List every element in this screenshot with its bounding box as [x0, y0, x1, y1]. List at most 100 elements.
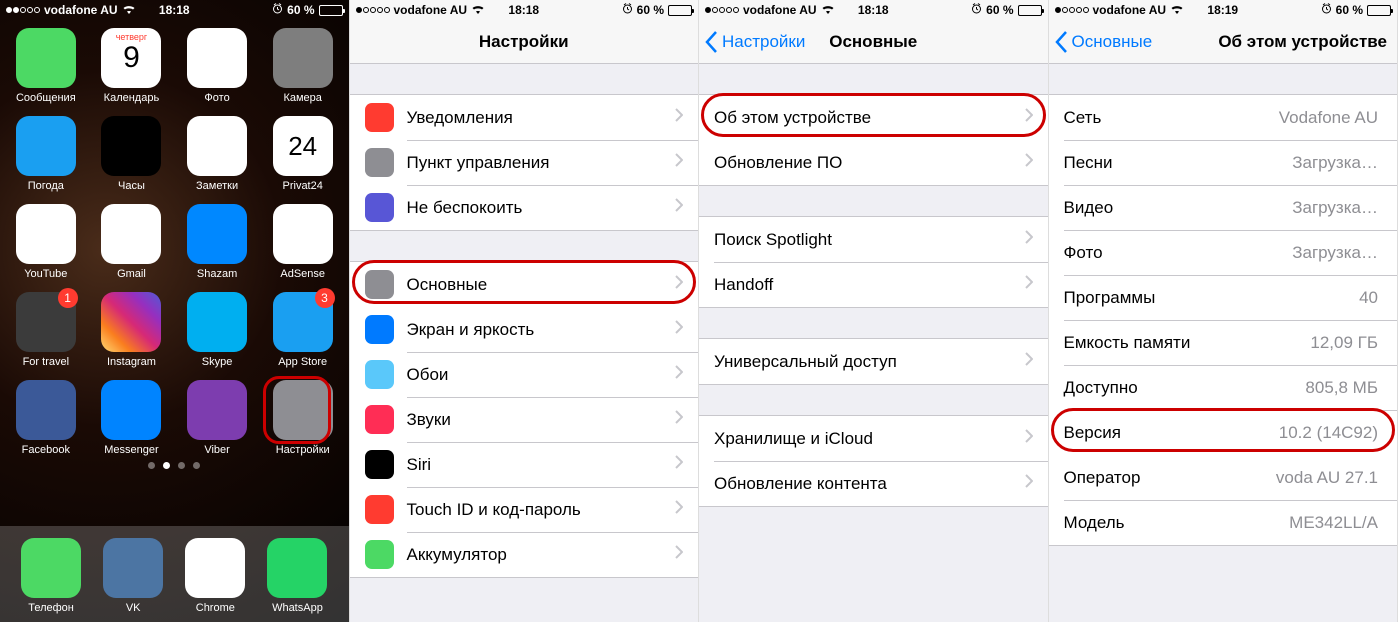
- row-label: Не беспокоить: [407, 198, 676, 218]
- app-Gmail[interactable]: Gmail: [96, 204, 168, 280]
- battery-icon: [1018, 5, 1042, 16]
- row-Обновление ПО[interactable]: Обновление ПО: [699, 140, 1048, 185]
- app-label: Заметки: [196, 180, 238, 192]
- settings-row-Не беспокоить[interactable]: Не беспокоить: [350, 185, 699, 230]
- clock: 18:18: [159, 3, 190, 17]
- settings-icon: [365, 148, 394, 177]
- clock: 18:18: [508, 3, 539, 17]
- alarm-icon: [971, 3, 982, 17]
- dock-app-WhatsApp[interactable]: WhatsApp: [267, 538, 327, 614]
- settings-row-Экран и яркость[interactable]: Экран и яркость: [350, 307, 699, 352]
- signal-icon: [705, 7, 739, 13]
- app-Instagram[interactable]: Instagram: [96, 292, 168, 368]
- back-button[interactable]: Основные: [1049, 31, 1153, 53]
- app-Погода[interactable]: Погода: [10, 116, 82, 192]
- app-label: Instagram: [107, 356, 156, 368]
- nav-bar: Настройки Основные: [699, 20, 1048, 64]
- row-label: Звуки: [407, 410, 676, 430]
- app-label: Privat24: [283, 180, 323, 192]
- signal-icon: [356, 7, 390, 13]
- app-label: Часы: [118, 180, 145, 192]
- row-label: Универсальный доступ: [714, 352, 1025, 372]
- settings-icon: [365, 540, 394, 569]
- row-label: Фото: [1064, 243, 1293, 263]
- nav-bar: Настройки: [350, 20, 699, 64]
- settings-row-Звуки[interactable]: Звуки: [350, 397, 699, 442]
- row-value: Загрузка…: [1292, 243, 1378, 263]
- carrier-label: vodafone AU: [394, 3, 468, 17]
- app-Часы[interactable]: Часы: [96, 116, 168, 192]
- settings-row-Touch ID и код-пароль[interactable]: Touch ID и код-пароль: [350, 487, 699, 532]
- badge: 3: [315, 288, 335, 308]
- battery-icon: [319, 5, 343, 16]
- settings-row-Аккумулятор[interactable]: Аккумулятор: [350, 532, 699, 577]
- row-label: Об этом устройстве: [714, 108, 1025, 128]
- back-label: Основные: [1072, 32, 1153, 52]
- dock-app-Chrome[interactable]: Chrome: [185, 538, 245, 614]
- row-Поиск Spotlight[interactable]: Поиск Spotlight: [699, 217, 1048, 262]
- page-indicator[interactable]: [0, 456, 349, 473]
- row-label: Touch ID и код-пароль: [407, 500, 676, 520]
- row-value: Vodafone AU: [1279, 108, 1378, 128]
- chevron-right-icon: [675, 500, 683, 519]
- app-Shazam[interactable]: Shazam: [181, 204, 253, 280]
- app-label: App Store: [278, 356, 327, 368]
- app-Сообщения[interactable]: Сообщения: [10, 28, 82, 104]
- row-Handoff[interactable]: Handoff: [699, 262, 1048, 307]
- battery-pct: 60 %: [637, 3, 664, 17]
- app-label: Телефон: [28, 602, 74, 614]
- app-label: YouTube: [24, 268, 67, 280]
- home-screen: vodafone AU 18:18 60 % Сообщения четверг…: [0, 0, 350, 622]
- clock: 18:18: [858, 3, 889, 17]
- app-Viber[interactable]: Viber: [181, 380, 253, 456]
- app-Facebook[interactable]: Facebook: [10, 380, 82, 456]
- settings-row-Обои[interactable]: Обои: [350, 352, 699, 397]
- row-value: 805,8 МБ: [1305, 378, 1378, 398]
- app-Skype[interactable]: Skype: [181, 292, 253, 368]
- dock-app-Телефон[interactable]: Телефон: [21, 538, 81, 614]
- dock-app-VK[interactable]: VK: [103, 538, 163, 614]
- row-Обновление контента[interactable]: Обновление контента: [699, 461, 1048, 506]
- app-YouTube[interactable]: YouTube: [10, 204, 82, 280]
- app-Настройки[interactable]: Настройки: [267, 380, 339, 456]
- settings-row-Siri[interactable]: Siri: [350, 442, 699, 487]
- back-button[interactable]: Настройки: [699, 31, 805, 53]
- nav-title: Основные: [829, 32, 917, 52]
- settings-icon: [365, 405, 394, 434]
- row-value: Загрузка…: [1292, 198, 1378, 218]
- row-Универсальный доступ[interactable]: Универсальный доступ: [699, 339, 1048, 384]
- chevron-right-icon: [675, 153, 683, 172]
- row-label: Версия: [1064, 423, 1279, 443]
- row-label: Видео: [1064, 198, 1293, 218]
- row-label: Емкость памяти: [1064, 333, 1311, 353]
- chevron-right-icon: [1025, 230, 1033, 249]
- settings-row-Уведомления[interactable]: Уведомления: [350, 95, 699, 140]
- row-label: Сеть: [1064, 108, 1279, 128]
- wifi-icon: [471, 3, 485, 17]
- settings-icon: [365, 315, 394, 344]
- row-label: Пункт управления: [407, 153, 676, 173]
- app-Календарь[interactable]: четверг9 Календарь: [96, 28, 168, 104]
- app-AdSense[interactable]: AdSense: [267, 204, 339, 280]
- app-Messenger[interactable]: Messenger: [96, 380, 168, 456]
- row-Об этом устройстве[interactable]: Об этом устройстве: [699, 95, 1048, 140]
- row-label: Аккумулятор: [407, 545, 676, 565]
- about-screen: vodafone AU 18:19 60 % Основные Об этом …: [1049, 0, 1398, 622]
- app-Фото[interactable]: Фото: [181, 28, 253, 104]
- row-value: 10.2 (14C92): [1279, 423, 1378, 443]
- row-label: Доступно: [1064, 378, 1306, 398]
- app-App Store[interactable]: 3 App Store: [267, 292, 339, 368]
- carrier-label: vodafone AU: [44, 3, 118, 17]
- settings-row-Основные[interactable]: Основные: [350, 262, 699, 307]
- row-value: voda AU 27.1: [1276, 468, 1378, 488]
- nav-bar: Основные Об этом устройстве: [1049, 20, 1398, 64]
- settings-row-Пункт управления[interactable]: Пункт управления: [350, 140, 699, 185]
- battery-icon: [1367, 5, 1391, 16]
- app-Privat24[interactable]: 24 Privat24: [267, 116, 339, 192]
- chevron-right-icon: [675, 198, 683, 217]
- row-Хранилище и iCloud[interactable]: Хранилище и iCloud: [699, 416, 1048, 461]
- row-label: Обновление контента: [714, 474, 1025, 494]
- app-Заметки[interactable]: Заметки: [181, 116, 253, 192]
- app-Камера[interactable]: Камера: [267, 28, 339, 104]
- app-For travel[interactable]: 1 For travel: [10, 292, 82, 368]
